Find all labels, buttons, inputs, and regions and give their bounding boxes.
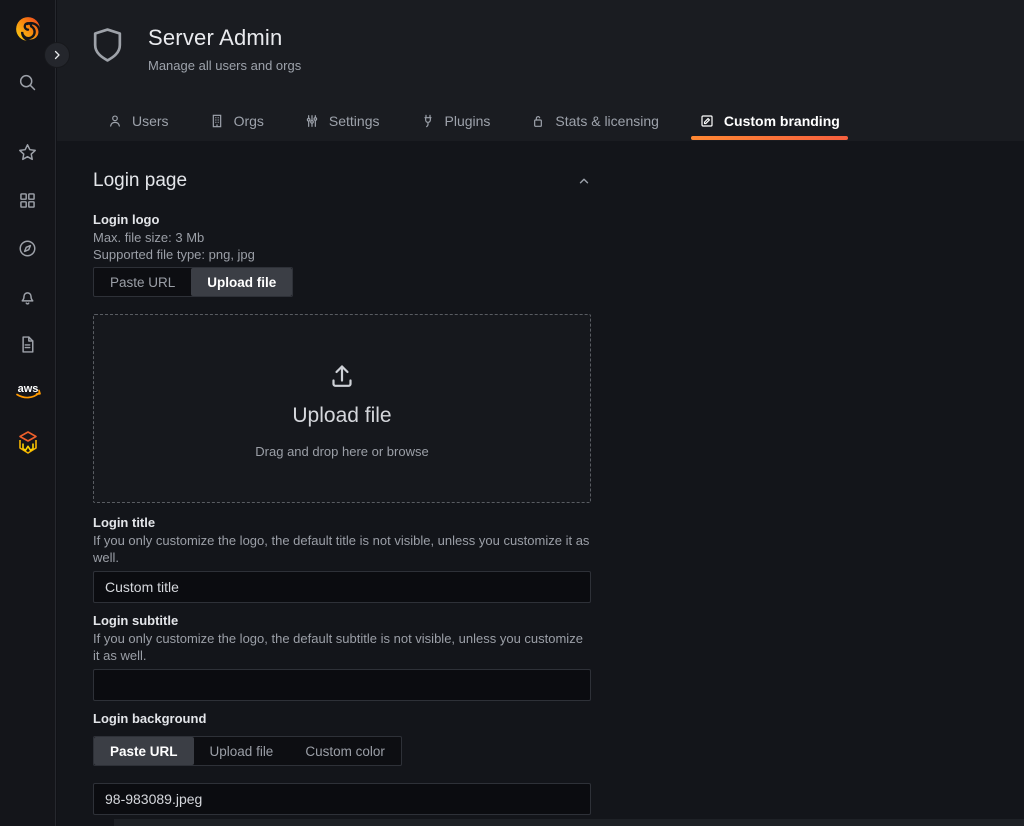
search-icon[interactable] xyxy=(0,58,56,106)
login-logo-paste-url-option[interactable]: Paste URL xyxy=(94,268,191,296)
login-background-source-group: Paste URL Upload file Custom color xyxy=(93,736,402,766)
login-subtitle-label: Login subtitle xyxy=(93,612,591,630)
login-logo-upload-file-option[interactable]: Upload file xyxy=(191,268,292,296)
compass-icon[interactable] xyxy=(0,224,56,272)
login-background-field: Login background Paste URL Upload file C… xyxy=(93,710,591,815)
main-content: Login page Login logo Max. file size: 3 … xyxy=(57,141,1024,826)
tab-orgs[interactable]: Orgs xyxy=(199,105,274,141)
sliders-icon xyxy=(304,113,320,129)
apps-grid-icon[interactable] xyxy=(0,176,56,224)
workspace-cube-icon[interactable] xyxy=(0,420,56,468)
login-background-upload-file-option[interactable]: Upload file xyxy=(194,737,290,765)
login-title-label: Login title xyxy=(93,514,591,532)
login-subtitle-description: If you only customize the logo, the defa… xyxy=(93,630,591,664)
login-logo-help-size: Max. file size: 3 Mb xyxy=(93,229,591,246)
login-logo-source-group: Paste URL Upload file xyxy=(93,267,293,297)
tab-stats-licensing-label: Stats & licensing xyxy=(555,113,659,129)
upload-dropzone[interactable]: Upload file Drag and drop here or browse xyxy=(93,314,591,503)
tab-users[interactable]: Users xyxy=(97,105,179,141)
login-logo-label: Login logo xyxy=(93,211,591,229)
star-icon[interactable] xyxy=(0,128,56,176)
page-subtitle: Manage all users and orgs xyxy=(148,58,301,73)
login-page-section-header: Login page xyxy=(93,168,591,194)
login-logo-help-type: Supported file type: png, jpg xyxy=(93,246,591,263)
section-divider xyxy=(114,819,1024,826)
tab-custom-branding-label: Custom branding xyxy=(724,113,840,129)
login-subtitle-field: Login subtitle If you only customize the… xyxy=(93,612,591,701)
tab-stats-licensing[interactable]: Stats & licensing xyxy=(520,105,669,141)
document-icon[interactable] xyxy=(0,320,56,368)
upload-icon xyxy=(325,359,359,398)
tab-users-label: Users xyxy=(132,113,169,129)
login-title-description: If you only customize the logo, the defa… xyxy=(93,532,591,566)
unlock-icon xyxy=(530,113,546,129)
aws-icon[interactable]: aws xyxy=(0,368,56,416)
tab-settings[interactable]: Settings xyxy=(294,105,390,141)
bell-icon[interactable] xyxy=(0,272,56,320)
sidebar-expand-button[interactable] xyxy=(44,42,70,68)
tab-orgs-label: Orgs xyxy=(234,113,264,129)
login-background-label: Login background xyxy=(93,710,591,728)
sidebar: aws xyxy=(0,0,56,826)
login-logo-field: Login logo Max. file size: 3 Mb Supporte… xyxy=(93,211,591,297)
shield-icon xyxy=(91,27,124,69)
edit-icon xyxy=(699,113,715,129)
dropzone-hint: Drag and drop here or browse xyxy=(255,444,428,459)
collapse-section-button[interactable] xyxy=(577,174,591,188)
dropzone-title: Upload file xyxy=(292,404,391,428)
tab-plugins-label: Plugins xyxy=(445,113,491,129)
page-title: Server Admin xyxy=(148,25,301,51)
tab-custom-branding[interactable]: Custom branding xyxy=(689,105,850,141)
page-header: Server Admin Manage all users and orgs U… xyxy=(57,0,1024,141)
login-subtitle-input[interactable] xyxy=(93,669,591,701)
section-title: Login page xyxy=(93,170,187,192)
login-background-url-input[interactable] xyxy=(93,783,591,815)
login-background-paste-url-option[interactable]: Paste URL xyxy=(94,737,194,765)
aws-label: aws xyxy=(17,383,38,395)
login-background-custom-color-option[interactable]: Custom color xyxy=(289,737,401,765)
login-title-field: Login title If you only customize the lo… xyxy=(93,514,591,603)
tab-settings-label: Settings xyxy=(329,113,380,129)
plug-icon xyxy=(420,113,436,129)
tab-plugins[interactable]: Plugins xyxy=(410,105,501,141)
tab-bar: Users Orgs Settings xyxy=(97,105,850,141)
login-title-input[interactable] xyxy=(93,571,591,603)
building-icon xyxy=(209,113,225,129)
user-icon xyxy=(107,113,123,129)
